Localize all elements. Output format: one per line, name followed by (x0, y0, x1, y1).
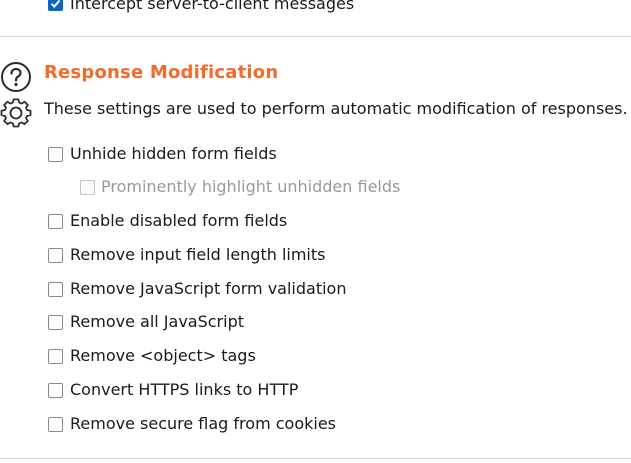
intercept-server-to-client-checkbox[interactable] (48, 0, 63, 11)
enable-disabled-form-fields-checkbox[interactable] (48, 214, 63, 229)
remove-secure-flag-label[interactable]: Remove secure flag from cookies (70, 414, 336, 434)
remove-object-tags-label[interactable]: Remove <object> tags (70, 346, 256, 366)
unhide-hidden-form-fields-checkbox[interactable] (48, 147, 63, 162)
convert-https-to-http-checkbox[interactable] (48, 383, 63, 398)
remove-js-form-validation-label[interactable]: Remove JavaScript form validation (70, 279, 346, 299)
section-title: Response Modification (44, 62, 279, 83)
remove-input-length-limits-label[interactable]: Remove input field length limits (70, 245, 325, 265)
unhide-hidden-form-fields-label[interactable]: Unhide hidden form fields (70, 144, 277, 164)
remove-js-form-validation-checkbox[interactable] (48, 282, 63, 297)
response-modification-panel: Intercept server-to-client messages Resp… (0, 0, 631, 463)
highlight-unhidden-fields-label: Prominently highlight unhidden fields (101, 177, 401, 196)
intercept-server-to-client-label[interactable]: Intercept server-to-client messages (70, 0, 354, 14)
section-divider-top (0, 36, 631, 37)
remove-object-tags-checkbox[interactable] (48, 349, 63, 364)
remove-input-length-limits-checkbox[interactable] (48, 248, 63, 263)
remove-secure-flag-checkbox[interactable] (48, 417, 63, 432)
gear-icon[interactable] (0, 98, 32, 130)
help-icon[interactable] (0, 61, 32, 93)
remove-all-javascript-label[interactable]: Remove all JavaScript (70, 312, 244, 332)
highlight-unhidden-fields-checkbox[interactable] (80, 180, 95, 195)
checkmark-icon (50, 0, 61, 8)
section-divider-bottom (0, 458, 631, 459)
enable-disabled-form-fields-label[interactable]: Enable disabled form fields (70, 211, 287, 231)
convert-https-to-http-label[interactable]: Convert HTTPS links to HTTP (70, 380, 298, 400)
remove-all-javascript-checkbox[interactable] (48, 315, 63, 330)
section-description: These settings are used to perform autom… (44, 99, 628, 118)
